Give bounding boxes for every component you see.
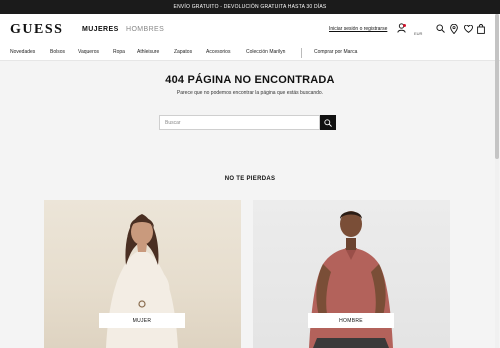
- women-card-label[interactable]: MUJER: [99, 313, 185, 328]
- nav-item-ropa[interactable]: Ropa: [113, 49, 125, 55]
- nav-item-bolsos[interactable]: Bolsos: [50, 49, 65, 55]
- search-input[interactable]: [160, 116, 319, 129]
- bag-icon[interactable]: [477, 24, 485, 34]
- search-box: [159, 115, 320, 130]
- search-icon: [324, 115, 332, 130]
- men-card-label[interactable]: HOMBRE: [308, 313, 394, 328]
- dont-miss-heading: NO TE PIERDAS: [224, 176, 276, 182]
- women-promo-card[interactable]: MUJER: [44, 200, 241, 348]
- tab-hombres[interactable]: HOMBRES: [126, 26, 164, 33]
- currency-label[interactable]: EUR: [414, 31, 422, 36]
- nav-item-accesorios[interactable]: Accesorios: [206, 49, 230, 55]
- notification-dot: [403, 24, 406, 27]
- nav-item-comprar-por-marca[interactable]: Comprar por Marca: [314, 49, 357, 55]
- promo-bar: ENVÍO GRATUITO - DEVOLUCIÓN GRATUITA HAS…: [0, 0, 500, 14]
- search-icon[interactable]: [436, 24, 445, 33]
- site-header: GUESS MUJERES HOMBRES Iniciar sesión o r…: [0, 14, 500, 46]
- promo-text: ENVÍO GRATUITO - DEVOLUCIÓN GRATUITA HAS…: [173, 4, 327, 10]
- search-button[interactable]: [320, 115, 336, 130]
- error-message: Parece que no podemos encontrar la págin…: [176, 90, 324, 96]
- location-icon[interactable]: [450, 24, 458, 34]
- error-title: 404 PÁGINA NO ENCONTRADA: [165, 74, 335, 86]
- tab-mujeres[interactable]: MUJERES: [82, 26, 119, 33]
- scrollbar-thumb[interactable]: [495, 14, 499, 159]
- category-nav: Novedades Bolsos Vaqueros Ropa Athleisur…: [0, 46, 500, 60]
- heart-icon[interactable]: [464, 25, 473, 33]
- guess-logo[interactable]: GUESS: [10, 22, 63, 38]
- men-promo-card[interactable]: HOMBRE: [253, 200, 450, 348]
- nav-item-coleccion-marilyn[interactable]: Colección Marilyn: [246, 49, 285, 55]
- nav-item-vaqueros[interactable]: Vaqueros: [78, 49, 99, 55]
- login-link[interactable]: Iniciar sesión o registrarse: [329, 26, 387, 32]
- nav-item-zapatos[interactable]: Zapatos: [174, 49, 192, 55]
- nav-item-athleisure[interactable]: Athleisure: [137, 49, 159, 55]
- nav-divider: [301, 48, 302, 58]
- nav-item-novedades[interactable]: Novedades: [10, 49, 35, 55]
